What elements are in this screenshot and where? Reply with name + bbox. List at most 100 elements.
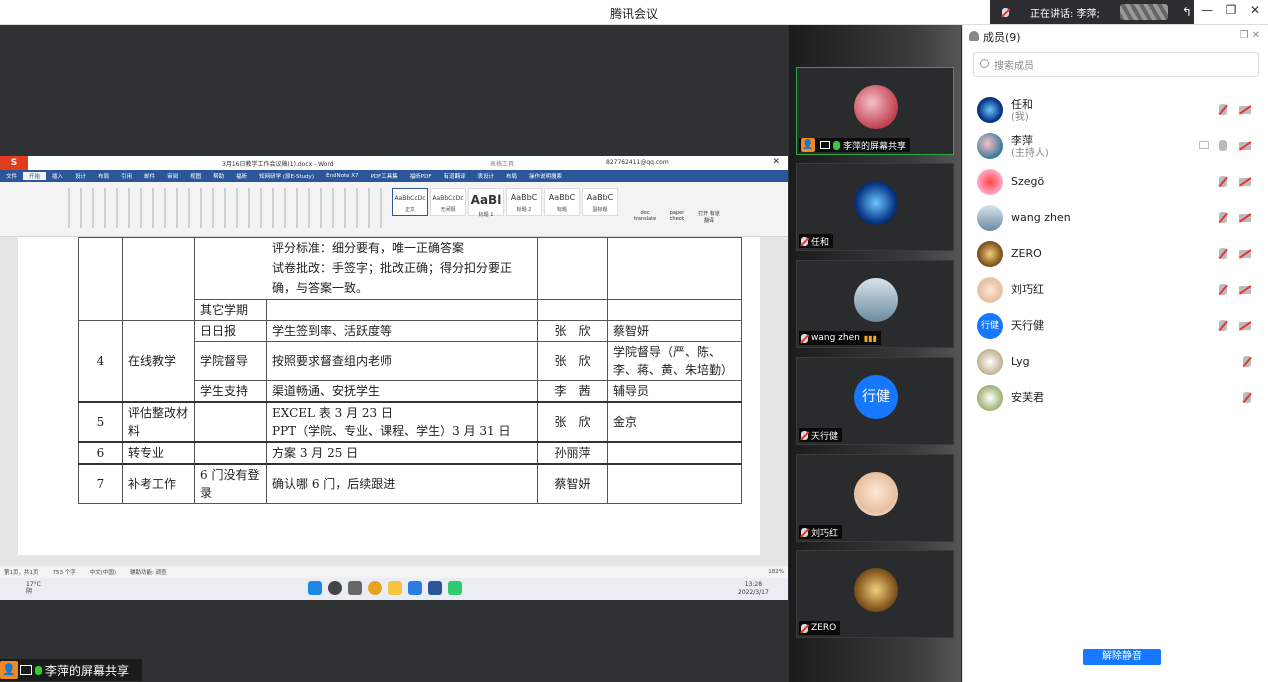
tab[interactable]: 布局 <box>500 172 523 180</box>
tencent-meeting-icon[interactable] <box>408 581 422 595</box>
word-icon[interactable] <box>428 581 442 595</box>
mic-muted-icon[interactable] <box>1243 356 1251 367</box>
panel-popout-close-icon[interactable]: ❐ ✕ <box>1239 30 1260 41</box>
ribbon: AaBbCcDc 正文 AaBbCcDc 无间隔 AaBl 标题 1 AaBbC 标题 … <box>0 182 788 237</box>
document-page[interactable]: 评分标准：细分要有，唯一正确答案 试卷批改：手签字；批改正确；得分扣分要正 确，… <box>18 237 760 555</box>
cell-content: 确认哪 6 门，后续跟进 <box>266 463 538 504</box>
paper-check-button[interactable]: paper check <box>664 186 690 226</box>
mic-muted-icon[interactable] <box>1219 212 1227 223</box>
video-tile[interactable]: ZERO <box>796 550 954 638</box>
member-item[interactable]: 安芙君 <box>977 381 1267 415</box>
members-panel: 成员(9) ❐ ✕ 搜索成员 任和 (我) 李萍 (主持人) Szegö wang … <box>962 25 1268 682</box>
tab[interactable]: 知网研学 (原E-Study) <box>253 172 320 180</box>
cell-sub: 学生支持 <box>194 380 267 403</box>
member-item[interactable]: 任和 (我) <box>977 93 1267 127</box>
video-tile[interactable]: 任和 <box>796 163 954 251</box>
wechat-icon[interactable] <box>448 581 462 595</box>
mic-muted-icon[interactable] <box>1219 284 1227 295</box>
style-name: 标题 <box>556 207 567 213</box>
word-close-icon[interactable]: ✕ <box>772 157 780 167</box>
tab[interactable]: 有道翻译 <box>438 172 472 180</box>
account-label: 827762411@qq.com <box>606 159 669 166</box>
video-tile[interactable]: 行健 天行健 <box>796 357 954 445</box>
signal-icon: ▮▮▮ <box>863 333 878 343</box>
style-subtitle[interactable]: AaBbC 副标题 <box>582 188 618 216</box>
tab[interactable]: 插入 <box>46 172 69 180</box>
cell-text: 评分标准：细分要有，唯一正确答案 <box>272 241 465 255</box>
ribbon-tool-icons[interactable] <box>62 188 382 228</box>
video-tile[interactable]: 刘巧红 <box>796 454 954 542</box>
style-heading2[interactable]: AaBbC 标题 2 <box>506 188 542 216</box>
tab[interactable]: 设计 <box>69 172 92 180</box>
member-item[interactable]: 刘巧红 <box>977 273 1267 307</box>
video-tile[interactable]: wang zhen ▮▮▮ <box>796 260 954 348</box>
member-item[interactable]: Szegö <box>977 165 1267 199</box>
tab[interactable]: 文件 <box>0 172 23 180</box>
video-tile[interactable]: 👤 李萍的屏幕共享 <box>796 67 954 155</box>
doc-translate-button[interactable]: doc translate <box>632 186 658 226</box>
style-no-spacing[interactable]: AaBbCcDc 无间隔 <box>430 188 466 216</box>
tell-me-search[interactable]: 操作说明搜索 <box>523 172 568 180</box>
member-item[interactable]: 李萍 (主持人) <box>977 129 1267 163</box>
tab[interactable]: 表设计 <box>472 172 501 180</box>
mic-muted-icon[interactable] <box>1219 176 1227 187</box>
mic-muted-icon[interactable] <box>1243 392 1251 403</box>
camera-off-icon[interactable] <box>1239 322 1251 330</box>
camera-off-icon[interactable] <box>1239 214 1251 222</box>
mic-muted-icon[interactable] <box>1219 320 1227 331</box>
close-button[interactable]: ✕ <box>1244 3 1266 21</box>
sogou-logo-icon: S <box>0 156 28 170</box>
tab[interactable]: EndNote X7 <box>320 173 365 179</box>
tab[interactable]: PDF工具集 <box>365 172 404 180</box>
tab[interactable]: 引用 <box>115 172 138 180</box>
member-item[interactable]: Lyg <box>977 345 1267 379</box>
minimize-button[interactable]: — <box>1196 3 1218 21</box>
style-heading1[interactable]: AaBl 标题 1 <box>468 188 504 218</box>
youdao-translate-button[interactable]: 打开 有道翻译 <box>696 186 722 226</box>
tab[interactable]: 福昕 <box>230 172 253 180</box>
unmute-all-button[interactable]: 解除静音 <box>1083 649 1161 665</box>
search-icon[interactable] <box>328 581 342 595</box>
tab[interactable]: 视图 <box>184 172 207 180</box>
style-normal[interactable]: AaBbCcDc 正文 <box>392 188 428 216</box>
reply-icon[interactable]: ↰ <box>1182 5 1192 19</box>
system-clock[interactable]: 13:28 2022/3/17 <box>738 581 769 597</box>
weather-widget[interactable]: 17°C 阴 <box>26 581 41 595</box>
style-title[interactable]: AaBbC 标题 <box>544 188 580 216</box>
taskview-icon[interactable] <box>348 581 362 595</box>
member-search-input[interactable]: 搜索成员 <box>973 52 1259 77</box>
camera-off-icon[interactable] <box>1239 106 1251 114</box>
doc-title: 3月16日教学工作会议稿(1).docx - Word <box>222 161 334 168</box>
camera-off-icon[interactable] <box>1239 250 1251 258</box>
member-item[interactable]: ZERO <box>977 237 1267 271</box>
mic-on-icon <box>833 140 840 150</box>
restore-button[interactable]: ❐ <box>1220 3 1242 21</box>
screen-icon <box>20 665 32 675</box>
camera-off-icon[interactable] <box>1239 142 1251 150</box>
avatar <box>977 133 1003 159</box>
video-name: 李萍的屏幕共享 <box>843 141 907 152</box>
camera-off-icon[interactable] <box>1239 178 1251 186</box>
tab[interactable]: 布局 <box>92 172 115 180</box>
mic-icon[interactable] <box>1219 140 1227 151</box>
explorer-icon[interactable] <box>388 581 402 595</box>
member-item[interactable]: 行健 天行健 <box>977 309 1267 343</box>
avatar <box>854 85 898 129</box>
member-name-block: 李萍 (主持人) <box>1011 134 1049 160</box>
start-icon[interactable] <box>308 581 322 595</box>
zoom-level[interactable]: 182% <box>768 569 784 575</box>
cell-num: 6 <box>78 441 123 465</box>
mic-muted-icon[interactable] <box>1219 248 1227 259</box>
cell-num: 4 <box>78 320 123 403</box>
tab[interactable]: 审阅 <box>161 172 184 180</box>
tab[interactable]: 福昕PDF <box>404 172 438 180</box>
member-item[interactable]: wang zhen <box>977 201 1267 235</box>
tab[interactable]: 邮件 <box>138 172 161 180</box>
camera-off-icon[interactable] <box>1239 286 1251 294</box>
tab[interactable]: 帮助 <box>207 172 230 180</box>
mic-muted-icon[interactable] <box>1219 104 1227 115</box>
chrome-icon[interactable] <box>368 581 382 595</box>
tab-home[interactable]: 开始 <box>23 172 47 180</box>
cell-category: 评估整改材料 <box>122 401 195 443</box>
cell-text: 其它学期 <box>194 299 267 321</box>
